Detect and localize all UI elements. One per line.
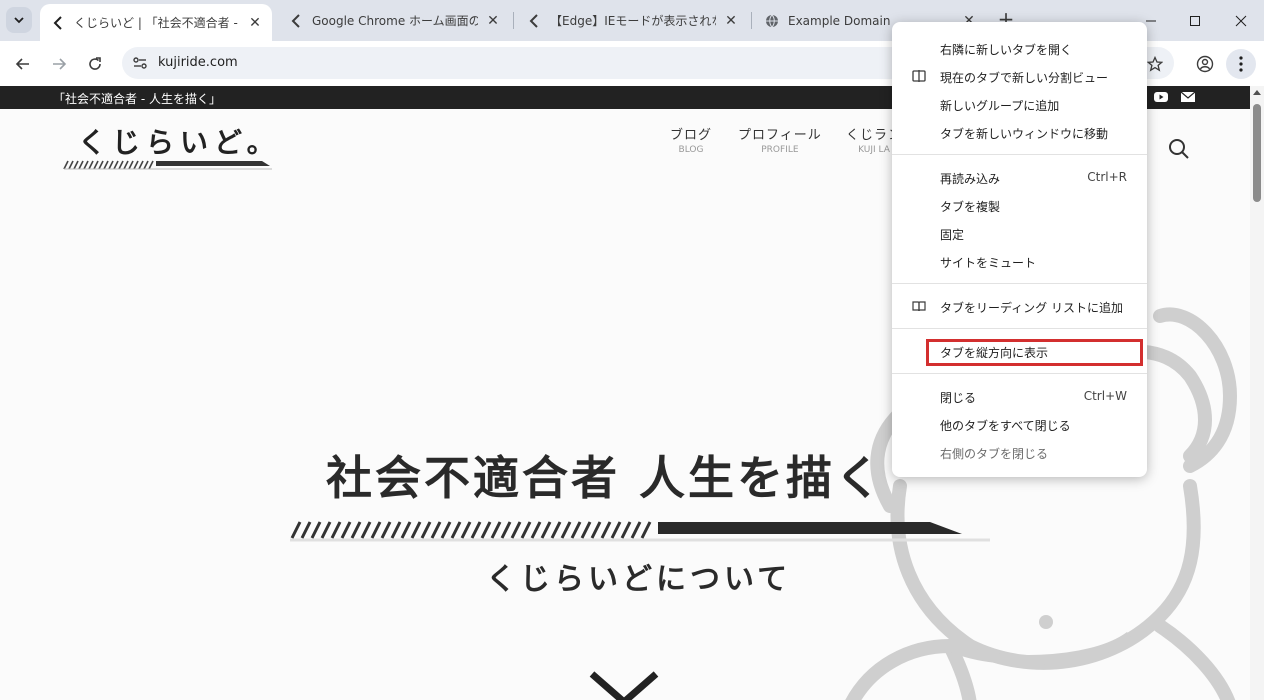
menu-item-close-right: 右側のタブを閉じる — [892, 438, 1147, 466]
tab-context-menu: 右隣に新しいタブを開く 現在のタブで新しい分割ビュー 新しいグループに追加 タブ… — [892, 22, 1147, 477]
menu-item-shortcut: Ctrl+W — [1083, 389, 1127, 403]
menu-item-label: 再読み込み — [940, 172, 1001, 186]
tab-kujiride[interactable]: くじらいど | 「社会不適合者 - 人生 ✕ — [40, 4, 272, 41]
logo-underline-stripe — [63, 160, 272, 170]
highlight-annotation-box — [926, 339, 1143, 366]
nav-profile[interactable]: プロフィール PROFILE — [738, 124, 822, 155]
nav-label-jp: プロフィール — [738, 128, 822, 143]
site-logo[interactable]: くじらいど。 — [62, 121, 282, 171]
menu-item-label: 右側のタブを閉じる — [940, 447, 1049, 461]
tab-title: Google Chrome ホーム画面の背景 — [312, 14, 478, 28]
profile-button[interactable] — [1190, 49, 1220, 79]
chevron-down-icon — [14, 17, 24, 24]
chrome-menu-button[interactable] — [1226, 49, 1256, 79]
menu-item-label: 右隣に新しいタブを開く — [940, 43, 1073, 57]
arrow-left-icon — [15, 58, 29, 70]
page-scrollbar[interactable] — [1250, 86, 1264, 700]
nav-label-jp: ブログ — [670, 128, 713, 143]
menu-item-move-to-window[interactable]: タブを新しいウィンドウに移動 — [892, 118, 1147, 146]
tab-search-button[interactable] — [6, 7, 32, 33]
menu-item-label: 新しいグループに追加 — [940, 99, 1060, 113]
arrow-right-icon — [53, 58, 67, 70]
tab-close-icon[interactable]: ✕ — [722, 12, 740, 30]
hero-subtitle: くじらいどについて — [486, 562, 792, 597]
menu-item-add-to-group[interactable]: 新しいグループに追加 — [892, 90, 1147, 118]
tab-separator — [513, 12, 514, 29]
profile-icon — [1196, 55, 1214, 73]
menu-item-label: 現在のタブで新しい分割ビュー — [940, 71, 1109, 85]
more-vert-icon — [1239, 56, 1243, 72]
menu-item-label: 固定 — [940, 228, 965, 242]
menu-item-split-view[interactable]: 現在のタブで新しい分割ビュー — [892, 62, 1147, 90]
youtube-icon[interactable] — [1154, 91, 1168, 103]
menu-item-label: タブをリーディング リストに追加 — [940, 301, 1123, 315]
scroll-up-arrow-icon[interactable] — [1253, 90, 1261, 95]
menu-item-new-tab-right[interactable]: 右隣に新しいタブを開く — [892, 34, 1147, 62]
kujiride-favicon-icon — [526, 13, 542, 29]
hero-title: 社会不適合者 人生を描く — [326, 451, 885, 505]
menu-item-label: タブを新しいウィンドウに移動 — [940, 127, 1109, 141]
menu-item-label: タブを複製 — [940, 200, 1001, 214]
maximize-icon — [1190, 16, 1200, 26]
nav-blog[interactable]: ブログ BLOG — [670, 124, 712, 155]
kujiride-favicon-icon — [288, 13, 304, 29]
search-icon[interactable] — [1168, 138, 1190, 160]
menu-item-close[interactable]: 閉じる Ctrl+W — [892, 382, 1147, 410]
chevron-down-icon[interactable] — [588, 670, 660, 700]
globe-icon — [764, 13, 780, 29]
hero-underline-stripe — [290, 521, 990, 542]
menu-item-pin[interactable]: 固定 — [892, 219, 1147, 247]
menu-separator — [892, 373, 1147, 374]
tab-title: くじらいど | 「社会不適合者 - 人生 — [74, 16, 240, 30]
reading-list-icon — [912, 301, 926, 312]
menu-separator — [892, 283, 1147, 284]
forward-button[interactable] — [44, 49, 74, 79]
tab-close-icon[interactable]: ✕ — [246, 14, 264, 32]
menu-separator — [892, 154, 1147, 155]
menu-item-label: サイトをミュート — [940, 256, 1037, 270]
menu-item-close-others[interactable]: 他のタブをすべて閉じる — [892, 410, 1147, 438]
tab-google-chrome[interactable]: Google Chrome ホーム画面の背景 ✕ — [278, 4, 510, 37]
window-close-button[interactable] — [1228, 8, 1254, 34]
reload-icon — [89, 57, 101, 70]
site-logo-text: くじらいど。 — [78, 126, 281, 159]
menu-item-mute-site[interactable]: サイトをミュート — [892, 247, 1147, 275]
tab-separator — [751, 12, 752, 29]
nav-label-en: PROFILE — [761, 145, 799, 155]
menu-separator — [892, 328, 1147, 329]
scrollbar-thumb[interactable] — [1253, 104, 1261, 202]
back-button[interactable] — [8, 49, 38, 79]
kujiride-favicon-icon — [50, 15, 66, 31]
site-info-icon[interactable] — [130, 53, 150, 73]
menu-item-shortcut: Ctrl+R — [1087, 170, 1127, 184]
minimize-icon — [1146, 20, 1156, 22]
menu-item-duplicate[interactable]: タブを複製 — [892, 191, 1147, 219]
tab-edge-ie-mode[interactable]: 【Edge】IEモードが表示されない･再 ✕ — [516, 4, 748, 37]
nav-label-en: BLOG — [678, 145, 704, 155]
split-view-icon — [912, 70, 926, 82]
mail-icon[interactable] — [1181, 91, 1195, 103]
close-icon — [1235, 15, 1247, 27]
menu-item-reload[interactable]: 再読み込み Ctrl+R — [892, 163, 1147, 191]
address-url: kujiride.com — [158, 55, 238, 70]
menu-item-label: 閉じる — [940, 391, 977, 405]
tab-close-icon[interactable]: ✕ — [484, 12, 502, 30]
star-icon — [1147, 56, 1163, 72]
reload-button[interactable] — [80, 49, 110, 79]
site-tagline: 「社会不適合者 - 人生を描く」 — [53, 92, 221, 106]
tab-title: 【Edge】IEモードが表示されない･再 — [550, 14, 716, 28]
menu-item-reading-list[interactable]: タブをリーディング リストに追加 — [892, 292, 1147, 320]
maximize-button[interactable] — [1182, 8, 1208, 34]
menu-item-label: 他のタブをすべて閉じる — [940, 419, 1071, 433]
